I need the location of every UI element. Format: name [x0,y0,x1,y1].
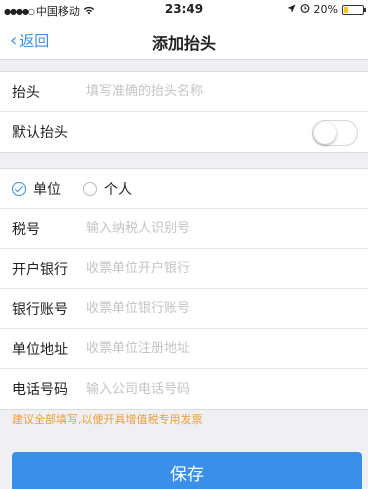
default-label: 默认抬头 [12,125,68,141]
radio-company-label: 单位 [33,181,61,198]
radio-company[interactable]: 单位 [12,179,61,199]
battery-icon [342,4,366,15]
title-row: 抬头 [0,72,368,112]
type-selector: 单位 个人 [0,169,368,209]
radio-personal-label: 个人 [104,181,132,198]
tax-id-input[interactable] [86,221,336,236]
bank-label: 开户银行 [12,261,68,278]
phone-row: 电话号码 [0,369,368,409]
bank-row: 开户银行 [0,249,368,289]
radio-personal[interactable]: 个人 [83,179,132,199]
location-icon [287,3,296,16]
toggle-knob [314,122,336,144]
address-input[interactable] [86,341,336,356]
radio-unchecked-icon [83,181,97,196]
alarm-icon [300,3,310,16]
details-section: 单位 个人 税号 开户银行 银行账号 单位地址 电话号码 [0,168,368,410]
hint-text: 建议全部填写,以便开具增值税专用发票 [12,413,203,426]
title-input[interactable] [86,84,336,99]
default-toggle[interactable] [312,120,358,146]
tax-id-row: 税号 [0,209,368,249]
default-row: 默认抬头 [0,112,368,152]
battery-percent: 20% [313,3,338,16]
radio-checked-icon [12,181,26,196]
account-label: 银行账号 [12,301,68,318]
save-button[interactable]: 保存 [12,452,362,489]
bank-input[interactable] [86,261,336,276]
nav-bar: ‹ 返回 添加抬头 [0,20,368,60]
battery-level [344,6,348,13]
account-row: 银行账号 [0,289,368,329]
title-label: 抬头 [12,84,40,101]
header-section: 抬头 默认抬头 [0,71,368,153]
address-label: 单位地址 [12,341,68,358]
account-input[interactable] [86,301,336,316]
phone-label: 电话号码 [12,382,68,398]
status-bar: ●●●●○ 中国移动 23:49 20% [0,0,368,20]
page-title: 添加抬头 [151,34,216,53]
tax-id-label: 税号 [12,221,40,238]
address-row: 单位地址 [0,329,368,369]
phone-input[interactable] [86,381,336,397]
